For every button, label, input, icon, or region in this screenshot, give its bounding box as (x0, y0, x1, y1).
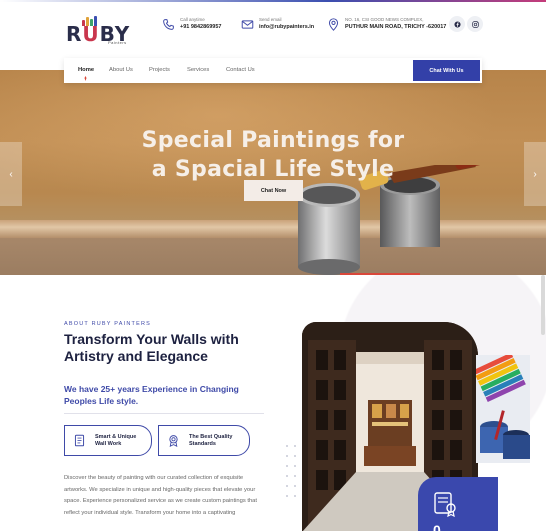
site-header: RUBY Painters Call anytime +91 984286995… (0, 2, 546, 62)
chevron-right-icon: › (533, 168, 537, 180)
feature-text: Smart & Unique Wall Work (95, 434, 136, 448)
chat-with-us-button[interactable]: Chat With Us (413, 60, 480, 81)
nav-item-projects[interactable]: Projects (149, 67, 170, 73)
feature-line1: The Best Quality (189, 434, 233, 440)
stat-number: 0 (433, 522, 441, 531)
address-line2: PUTHUR MAIN ROAD, TRICHY -620017 (345, 24, 447, 30)
feature-line1: Smart & Unique (95, 434, 137, 440)
chevron-left-icon: ‹ (9, 168, 13, 180)
paint-swatch-illustration (476, 355, 530, 463)
feature-line2: Standards (189, 441, 216, 447)
ruby-painters-logo[interactable]: RUBY Painters (62, 16, 132, 48)
decorative-dot-grid (286, 445, 302, 505)
nav-item-contact-us[interactable]: Contact Us (226, 67, 255, 73)
feature-smart-unique: Smart & Unique Wall Work (64, 425, 152, 456)
nav-item-home[interactable]: Home (78, 67, 94, 73)
about-section: ABOUT RUBY PAINTERS Transform Your Walls… (0, 275, 546, 531)
email-address[interactable]: info@rubypainters.in (259, 24, 314, 30)
active-nav-marker-icon (84, 76, 87, 81)
about-subheading: We have 25+ years Experience in Changing… (64, 384, 239, 406)
email-label: Send email (259, 17, 282, 22)
badge-icon (74, 434, 85, 447)
contact-call[interactable]: Call anytime +91 9842869957 (162, 16, 232, 40)
about-heading: Transform Your Walls with Artistry and E… (64, 331, 239, 364)
instagram-icon (471, 20, 479, 28)
slider-next-button[interactable]: › (524, 142, 546, 206)
instagram-link[interactable] (467, 16, 483, 32)
about-description: Discover the beauty of painting with our… (64, 475, 258, 516)
location-pin-icon (328, 18, 339, 31)
section-eyebrow: ABOUT RUBY PAINTERS (64, 321, 151, 327)
hero-title: Special Paintings for a Spacial Life Sty… (0, 126, 546, 184)
paint-swatches-photo (476, 355, 530, 463)
feature-text: The Best Quality Standards (189, 434, 232, 448)
nav-item-services[interactable]: Services (187, 67, 209, 73)
envelope-icon (241, 20, 254, 29)
call-number[interactable]: +91 9842869957 (180, 24, 221, 30)
facebook-icon (453, 20, 461, 28)
facebook-link[interactable] (449, 16, 465, 32)
certificate-icon (434, 492, 456, 517)
chat-now-button[interactable]: Chat Now (244, 180, 303, 201)
hero-slider: Special Paintings for a Spacial Life Sty… (0, 70, 546, 275)
nav-item-about-us[interactable]: About Us (109, 67, 133, 73)
feature-line2: Wall Work (95, 441, 122, 447)
address-line1: NO. 16, CSI GOOD NEWS COMPLEX, (345, 17, 424, 22)
page-scrollbar[interactable] (541, 275, 545, 335)
contact-address: NO. 16, CSI GOOD NEWS COMPLEX, PUTHUR MA… (327, 16, 446, 40)
hero-title-line1: Special Paintings for (141, 128, 405, 153)
experience-stat-card: 0 (418, 477, 498, 531)
phone-icon (163, 19, 174, 30)
logo-tagline: Painters (108, 40, 127, 45)
feature-best-quality: The Best Quality Standards (158, 425, 250, 456)
call-label: Call anytime (180, 17, 205, 22)
award-icon (169, 435, 178, 447)
contact-email[interactable]: Send email info@rubypainters.in (241, 16, 321, 40)
slider-prev-button[interactable]: ‹ (0, 142, 22, 206)
section-divider (64, 413, 264, 414)
